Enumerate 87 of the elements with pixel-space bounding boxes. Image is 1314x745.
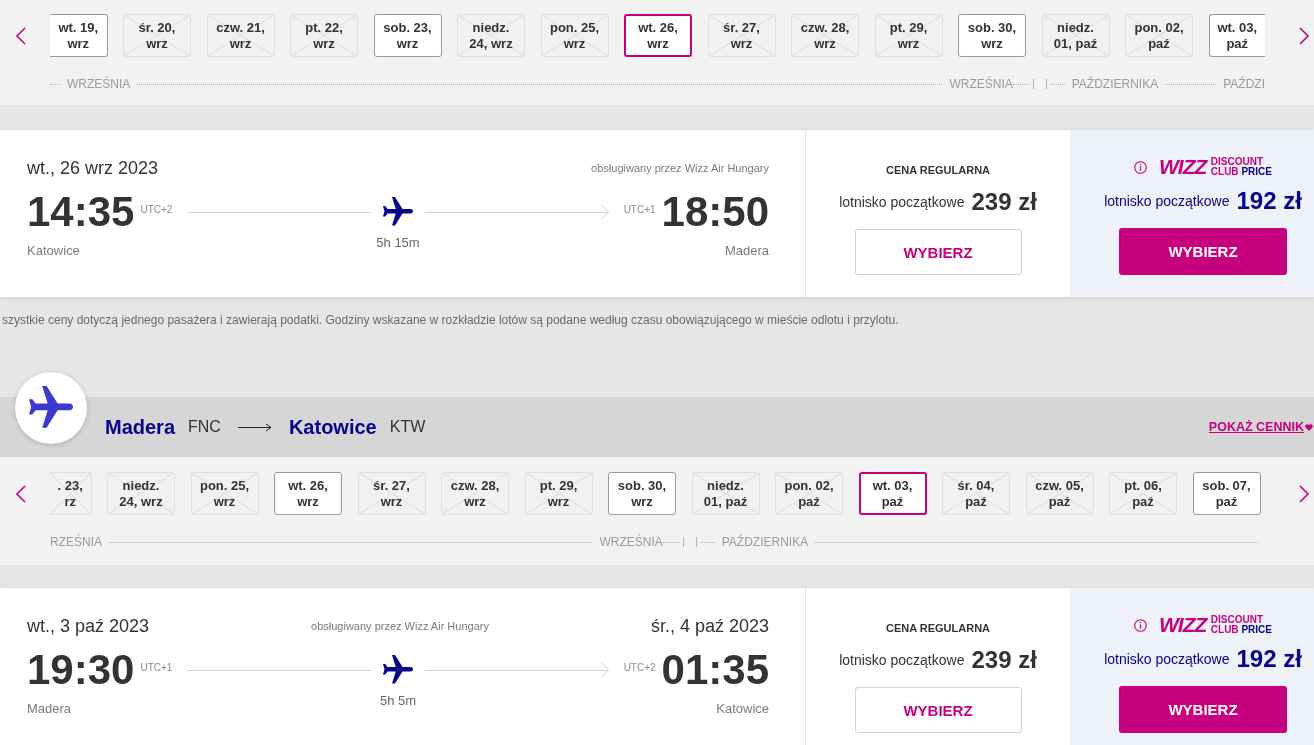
- date-button[interactable]: niedz. 24, wrz: [107, 472, 175, 515]
- fare-title: CENA REGULARNA: [885, 621, 991, 635]
- flight-duration: 5h 15m: [376, 235, 420, 252]
- date-button[interactable]: czw. 28, wrz: [441, 472, 509, 515]
- departure-city: Katowice: [27, 243, 81, 259]
- month-label: PAŹDZI: [1223, 76, 1265, 92]
- arrival-city: Katowice: [716, 701, 769, 717]
- date-button[interactable]: pt. 29, wrz: [874, 14, 943, 57]
- departure-time: 14:35: [27, 191, 135, 233]
- destination-city: Katowice: [288, 415, 377, 439]
- departure-date: wt., 26 wrz 2023: [27, 157, 159, 179]
- fare-label: lotnisko początkowe: [1104, 651, 1230, 667]
- date-button[interactable]: niedz. 01, paź: [1041, 14, 1110, 57]
- date-button[interactable]: sob. 23, wrz: [373, 14, 442, 57]
- month-label: PAŹDZIERNIKA: [1071, 76, 1159, 92]
- airport-code: FNC: [188, 418, 221, 436]
- operator-text: obsługiwany przez Wizz Air Hungary: [311, 620, 489, 632]
- utc-offset: UTC+2: [140, 204, 173, 216]
- origin-city: Madera: [105, 415, 176, 439]
- airport-code: KTW: [389, 418, 426, 436]
- fare-label: lotnisko początkowe: [839, 194, 965, 210]
- date-button[interactable]: pt. 29, wrz: [524, 472, 593, 515]
- date-button[interactable]: wt. 03, paź: [858, 472, 927, 515]
- month-label: WRZEŚNIA: [599, 534, 663, 550]
- disclaimer-text: szystkie ceny dotyczą jednego pasażera i zawierają podatki. Godziny wskazane w rozkładzie lotów są podane według czasu obowiązującego w mieście odlotu i przylotu.: [2, 313, 899, 327]
- utc-offset: UTC+1: [140, 662, 173, 674]
- date-button[interactable]: wt. 26, wrz: [624, 14, 692, 57]
- date-button[interactable]: pon. 25, wrz: [540, 14, 609, 57]
- info-icon: [1134, 618, 1148, 632]
- date-button[interactable]: . 23, rz: [50, 472, 92, 515]
- date-button[interactable]: sob. 30, wrz: [608, 472, 676, 515]
- departure-date: wt., 3 paź 2023: [27, 615, 150, 637]
- date-button[interactable]: sob. 30, wrz: [958, 14, 1026, 57]
- select-button[interactable]: WYBIERZ: [854, 687, 1022, 733]
- fare-price: 192 zł: [1236, 186, 1302, 216]
- plane-icon: [382, 655, 413, 685]
- fare-price: 239 zł: [971, 645, 1037, 675]
- date-button[interactable]: pon. 25, wrz: [190, 472, 259, 515]
- arrival-time: 01:35: [661, 649, 769, 691]
- date-button[interactable]: czw. 21, wrz: [206, 14, 275, 57]
- fare-label: lotnisko początkowe: [839, 652, 965, 668]
- fare-price: 239 zł: [971, 187, 1037, 217]
- price-list-link[interactable]: POKAŻ CENNIK: [1208, 420, 1304, 434]
- date-button[interactable]: śr. 20, wrz: [123, 14, 191, 57]
- plane-icon: [382, 197, 413, 227]
- month-label: WRZEŚNIA: [949, 76, 1013, 92]
- date-button[interactable]: śr. 27, wrz: [357, 472, 426, 515]
- date-button[interactable]: czw. 28, wrz: [791, 14, 859, 57]
- heart-icon: [1305, 423, 1313, 431]
- date-button[interactable]: pt. 06, paź: [1109, 472, 1177, 515]
- fare-label: lotnisko początkowe: [1104, 193, 1230, 209]
- date-button[interactable]: pt. 22, wrz: [290, 14, 358, 57]
- date-button[interactable]: pon. 02, paź: [775, 472, 843, 515]
- flight-duration: 5h 5m: [379, 693, 417, 710]
- select-button[interactable]: WYBIERZ: [854, 229, 1022, 275]
- date-button[interactable]: wt. 03, paź: [1208, 14, 1265, 57]
- select-button[interactable]: WYBIERZ: [1119, 686, 1287, 733]
- chevron-left-icon: [15, 484, 26, 503]
- arrival-city: Madera: [724, 243, 769, 259]
- date-button[interactable]: sob. 07, paź: [1192, 472, 1261, 515]
- info-icon: [1134, 160, 1148, 174]
- select-button[interactable]: WYBIERZ: [1119, 228, 1287, 275]
- date-button[interactable]: pon. 02, paź: [1125, 14, 1193, 57]
- date-button[interactable]: wt. 26, wrz: [274, 472, 342, 515]
- arrival-time: 18:50: [661, 191, 769, 233]
- date-button[interactable]: niedz. 01, paź: [691, 472, 760, 515]
- arrow-right-icon: [237, 422, 272, 432]
- departure-time: 19:30: [27, 649, 135, 691]
- chevron-left-icon: [15, 26, 26, 45]
- month-label: PAŹDZIERNIKA: [721, 534, 809, 550]
- operator-text: obsługiwany przez Wizz Air Hungary: [591, 162, 769, 174]
- month-label: WRZEŚNIA: [67, 76, 131, 92]
- arrival-date: śr., 4 paź 2023: [650, 615, 769, 637]
- fare-title: CENA REGULARNA: [885, 163, 991, 177]
- date-button[interactable]: niedz. 24, wrz: [457, 14, 525, 57]
- chevron-right-icon: [1299, 484, 1310, 503]
- fare-price: 192 zł: [1236, 644, 1302, 674]
- date-button[interactable]: czw. 05, paź: [1025, 472, 1094, 515]
- date-button[interactable]: śr. 27, wrz: [707, 14, 776, 57]
- plane-icon: [15, 372, 87, 444]
- chevron-right-icon: [1299, 26, 1310, 45]
- date-button[interactable]: wt. 19, wrz: [50, 14, 108, 57]
- date-button[interactable]: śr. 04, paź: [942, 472, 1010, 515]
- utc-offset: UTC+1: [623, 204, 656, 216]
- departure-city: Madera: [27, 701, 73, 717]
- month-label: RZEŚNIA: [50, 534, 102, 550]
- utc-offset: UTC+2: [623, 662, 656, 674]
